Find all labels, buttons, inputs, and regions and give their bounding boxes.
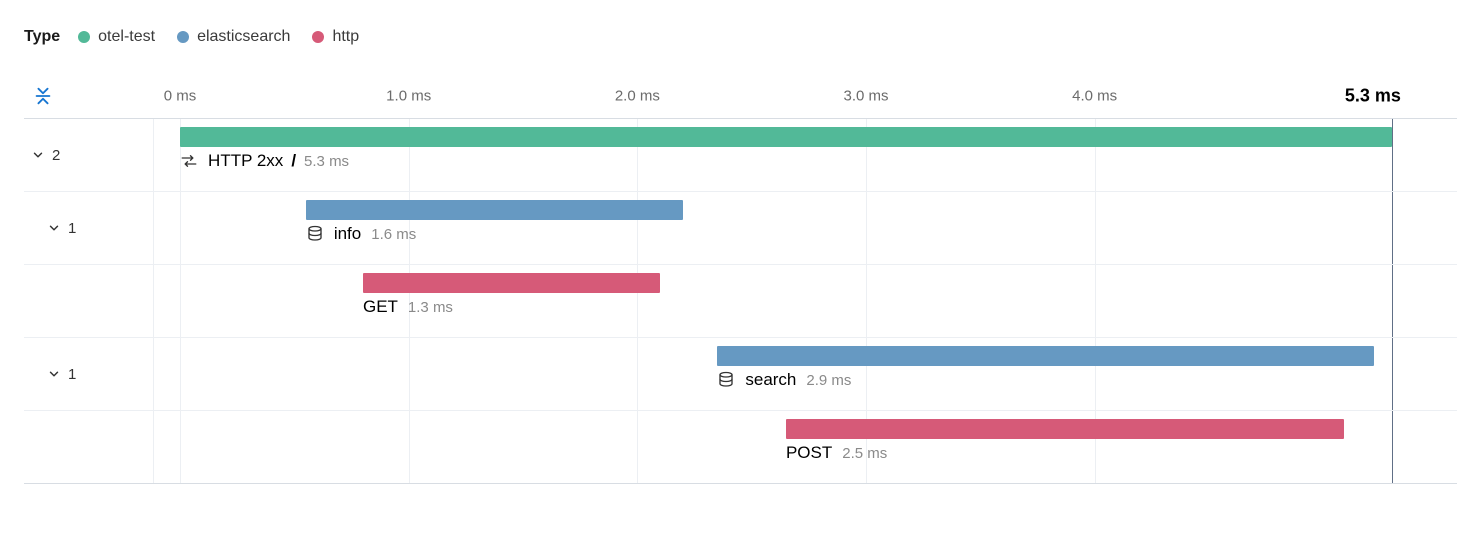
row-timeline: info 1.6 ms [154,192,1457,264]
gridlines [154,265,1457,337]
waterfall-row[interactable]: POST 2.5 ms [24,411,1457,484]
span-duration: 5.3 ms [304,153,349,170]
span-bar[interactable] [717,346,1373,366]
row-gutter: 1 [24,338,154,410]
waterfall-row[interactable]: 2 HTTP 2xx / 5.3 ms [24,119,1457,192]
span-duration: 2.9 ms [806,372,851,389]
row-gutter-inner [24,265,153,337]
span-name: POST [786,443,832,463]
span-name: GET [363,297,398,317]
span-duration: 1.6 ms [371,226,416,243]
child-count: 2 [52,147,60,164]
expand-toggle[interactable] [30,147,46,163]
waterfall-row[interactable]: 1 search 2.9 ms [24,338,1457,411]
span-bar[interactable] [306,200,683,220]
row-gutter [24,265,154,337]
legend-item-http[interactable]: http [312,28,359,46]
span-bar[interactable] [786,419,1344,439]
span-label: GET 1.3 ms [363,297,453,317]
legend-title: Type [24,28,60,46]
axis-tick: 3.0 ms [843,88,888,105]
row-gutter-inner: 1 [24,192,153,264]
legend-dot-icon [177,31,189,43]
axis-tick: 4.0 ms [1072,88,1117,105]
span-name: HTTP 2xx [208,151,283,171]
collapse-all-toggle[interactable] [32,85,54,107]
axis-row: 0 ms 1.0 ms 2.0 ms 3.0 ms 4.0 ms 5.3 ms [24,74,1457,118]
legend-item-elasticsearch[interactable]: elasticsearch [177,28,290,46]
chevron-down-icon [47,221,61,235]
trace-arrows-icon [180,152,198,170]
span-duration: 2.5 ms [842,445,887,462]
expand-toggle[interactable] [46,366,62,382]
axis-tick: 2.0 ms [615,88,660,105]
span-label: HTTP 2xx / 5.3 ms [180,151,349,171]
chevron-down-icon [47,367,61,381]
collapse-icon [32,85,54,107]
row-gutter-inner: 2 [24,119,153,191]
waterfall-row[interactable]: GET 1.3 ms [24,265,1457,338]
span-bar[interactable] [180,127,1392,147]
span-label: search 2.9 ms [717,370,851,390]
row-timeline: GET 1.3 ms [154,265,1457,337]
span-label: POST 2.5 ms [786,443,887,463]
separator: / [291,151,296,171]
legend-label: otel-test [98,28,155,46]
axis-tick-end: 5.3 ms [1345,86,1401,107]
axis-gutter [24,85,154,107]
expand-toggle[interactable] [46,220,62,236]
row-gutter-inner: 1 [24,338,153,410]
span-name: info [334,224,361,244]
database-icon [306,225,324,243]
span-label: info 1.6 ms [306,224,416,244]
child-count: 1 [68,366,76,383]
waterfall-row[interactable]: 1 info 1.6 ms [24,192,1457,265]
row-gutter: 1 [24,192,154,264]
row-gutter: 2 [24,119,154,191]
row-timeline: search 2.9 ms [154,338,1457,410]
row-gutter-inner [24,411,153,483]
axis-tick: 0 ms [164,88,197,105]
span-name: search [745,370,796,390]
database-icon [717,371,735,389]
legend-label: elasticsearch [197,28,290,46]
child-count: 1 [68,220,76,237]
legend-dot-icon [78,31,90,43]
row-timeline: POST 2.5 ms [154,411,1457,483]
row-timeline: HTTP 2xx / 5.3 ms [154,119,1457,191]
span-duration: 1.3 ms [408,299,453,316]
row-gutter [24,411,154,483]
span-bar[interactable] [363,273,660,293]
legend-item-otel-test[interactable]: otel-test [78,28,155,46]
legend-label: http [332,28,359,46]
axis-timeline: 0 ms 1.0 ms 2.0 ms 3.0 ms 4.0 ms 5.3 ms [154,74,1457,118]
legend-dot-icon [312,31,324,43]
legend: Type otel-test elasticsearch http [24,28,1457,46]
waterfall: 2 HTTP 2xx / 5.3 ms 1 info 1.6 ms GET 1.3 ms 1 sea… [24,118,1457,484]
axis-tick: 1.0 ms [386,88,431,105]
chevron-down-icon [31,148,45,162]
